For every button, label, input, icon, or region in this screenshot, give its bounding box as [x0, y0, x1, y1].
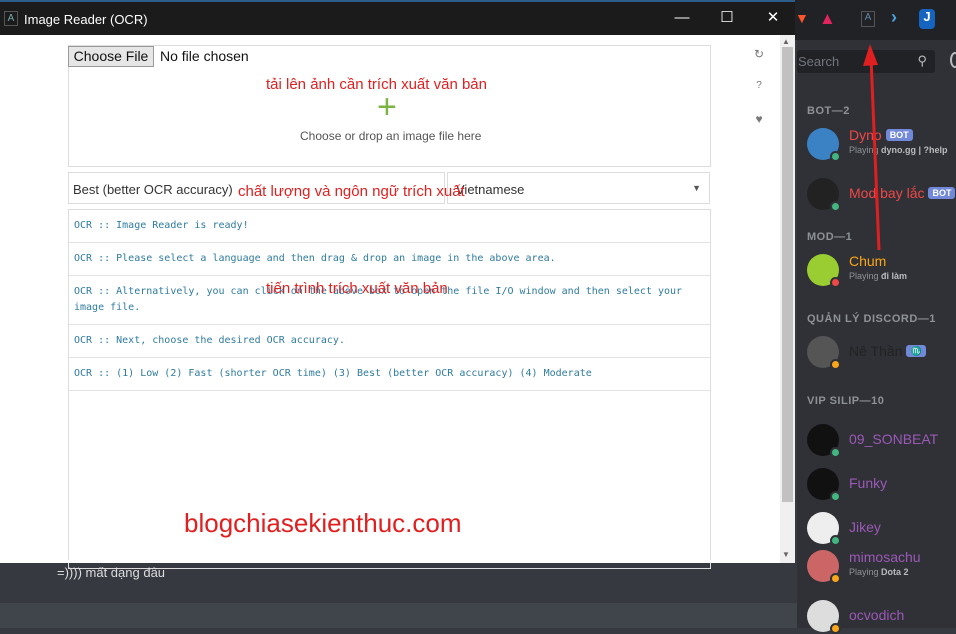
- scroll-down-icon[interactable]: ▼: [782, 550, 790, 559]
- member-name[interactable]: 09_SONBEAT: [849, 431, 938, 447]
- image-reader-app-icon[interactable]: A: [861, 11, 875, 27]
- search-icon: ⚲: [917, 53, 927, 68]
- scrollbar[interactable]: ▲ ▼: [780, 35, 795, 563]
- drop-text: Choose or drop an image file here: [300, 129, 482, 143]
- triangle-app-icon[interactable]: ▲: [819, 9, 836, 29]
- member-name-text: ocvodich: [849, 607, 905, 623]
- status-dnd-icon: [830, 277, 841, 288]
- file-status: No file chosen: [160, 48, 249, 64]
- heart-icon[interactable]: ♥: [752, 112, 766, 126]
- avatar[interactable]: [807, 254, 841, 288]
- category-quan-ly: QUẢN LÝ DISCORD—1: [807, 313, 936, 325]
- log-line: OCR :: (1) Low (2) Fast (shorter OCR tim…: [69, 358, 710, 391]
- window-title: Image Reader (OCR): [24, 12, 148, 27]
- status-idle-icon: [830, 623, 841, 634]
- status-idle-icon: [830, 573, 841, 584]
- log-line: OCR :: Image Reader is ready!: [69, 210, 710, 243]
- plus-icon: +: [377, 88, 397, 126]
- choose-file-button[interactable]: Choose File: [68, 46, 154, 67]
- refresh-icon[interactable]: ↻: [752, 47, 766, 61]
- member-name[interactable]: ocvodich: [849, 607, 904, 623]
- message-input[interactable]: [0, 603, 797, 628]
- status-online-icon: [830, 491, 841, 502]
- member-name-text: Nê Thần: [849, 343, 903, 359]
- status-online-icon: [830, 535, 841, 546]
- log-line: OCR :: Next, choose the desired OCR accu…: [69, 325, 710, 358]
- log-annotation: tiến trình trích xuất văn bản: [266, 280, 448, 297]
- member-name[interactable]: Nê Thần ♏: [849, 343, 926, 359]
- options-annotation: chất lượng và ngôn ngữ trích xuất: [238, 183, 465, 200]
- activity-name: đi làm: [881, 271, 908, 281]
- avatar[interactable]: [807, 550, 841, 584]
- member-name[interactable]: Jikey: [849, 519, 881, 535]
- avatar[interactable]: [807, 128, 841, 162]
- arrow-app-icon[interactable]: ›: [891, 7, 897, 28]
- avatar[interactable]: [807, 468, 841, 502]
- member-name-text: Chum: [849, 253, 887, 269]
- status-online-icon: [830, 447, 841, 458]
- language-select[interactable]: Vietnamese ▼: [447, 172, 710, 204]
- member-activity: Playing Dota 2: [849, 567, 909, 577]
- j-app-icon[interactable]: J: [919, 9, 935, 29]
- window-titlebar: A Image Reader (OCR) — ☐ ✕: [0, 0, 795, 35]
- help-circle-icon[interactable]: [950, 52, 956, 68]
- member-name[interactable]: mimosachu: [849, 549, 921, 565]
- log-line: OCR :: Please select a language and then…: [69, 243, 710, 276]
- member-name-text: mimosachu: [849, 549, 921, 565]
- annotation-arrow: [863, 44, 881, 251]
- status-idle-icon: [830, 359, 841, 370]
- scroll-up-icon[interactable]: ▲: [782, 37, 790, 46]
- member-badge: ♏: [906, 345, 926, 357]
- app-icon: A: [4, 11, 18, 26]
- member-name-text: 09_SONBEAT: [849, 431, 939, 447]
- scroll-thumb[interactable]: [782, 47, 793, 502]
- member-name-text: Jikey: [849, 519, 881, 535]
- brave-icon[interactable]: ▼: [795, 10, 809, 26]
- category-vip: VIP SILIP—10: [807, 395, 885, 407]
- discord-top-toolbar: ▼ ▲ A › J: [795, 0, 956, 40]
- help-icon[interactable]: ?: [752, 80, 766, 91]
- watermark: blogchiasekienthuc.com: [184, 508, 462, 538]
- minimize-button[interactable]: —: [672, 8, 692, 28]
- search-placeholder: Search: [798, 54, 840, 69]
- member-activity: Playing đi làm: [849, 271, 907, 281]
- chevron-down-icon: ▼: [692, 183, 701, 193]
- close-button[interactable]: ✕: [763, 8, 783, 28]
- activity-prefix: Playing: [849, 271, 882, 281]
- activity-prefix: Playing: [849, 567, 882, 577]
- avatar[interactable]: [807, 336, 841, 370]
- member-name[interactable]: Chum: [849, 253, 886, 269]
- avatar[interactable]: [807, 600, 841, 634]
- activity-name: Dota 2: [881, 567, 909, 577]
- avatar[interactable]: [807, 512, 841, 546]
- avatar[interactable]: [807, 178, 841, 212]
- maximize-button[interactable]: ☐: [717, 8, 737, 28]
- member-name[interactable]: Funky: [849, 475, 887, 491]
- member-badge: BOT: [928, 187, 956, 199]
- avatar[interactable]: [807, 424, 841, 458]
- member-name-text: Funky: [849, 475, 888, 491]
